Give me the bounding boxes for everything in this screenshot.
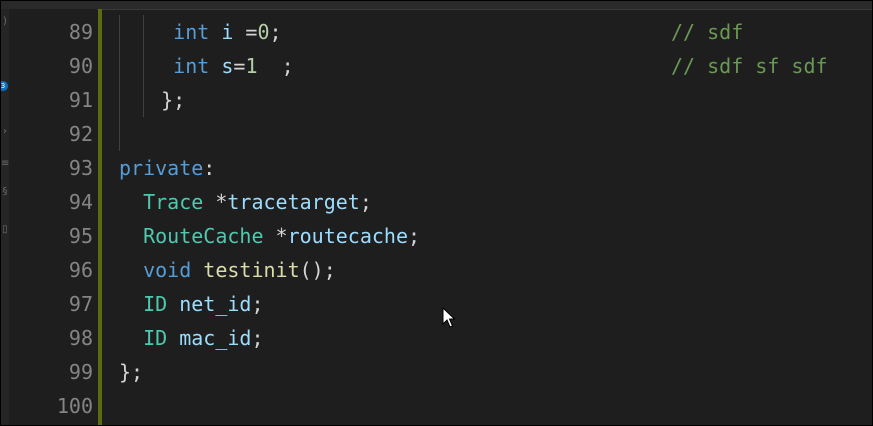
line-number-gutter: 89 90 91 92 93 94 95 96 97 98 99 100 xyxy=(9,9,97,425)
code-comment: // sdf sf sdf xyxy=(671,54,828,78)
code-line[interactable]: RouteCache *routecache; xyxy=(105,219,872,253)
code-comment: // sdf xyxy=(671,20,744,44)
line-number: 90 xyxy=(68,54,93,78)
code-line[interactable]: ID mac_id; xyxy=(105,321,872,355)
code-line[interactable]: private: xyxy=(105,151,872,185)
line-number: 89 xyxy=(68,20,93,44)
indent-guide xyxy=(119,117,120,151)
notification-badge[interactable]: 3 xyxy=(1,81,8,91)
indent-guide xyxy=(119,15,120,49)
line-number: 97 xyxy=(68,292,93,316)
indent-guide xyxy=(119,49,120,83)
code-token: * xyxy=(263,224,288,248)
code-tokens: }; xyxy=(161,83,185,117)
code-token: 0 xyxy=(257,20,270,44)
indent-guide xyxy=(143,83,145,117)
code-token: }; xyxy=(161,88,186,112)
code-token: 1 xyxy=(245,54,258,78)
code-token: : xyxy=(203,156,216,180)
extensions-icon[interactable]: ▯ xyxy=(1,225,9,235)
code-token: i xyxy=(221,20,234,44)
code-token: int xyxy=(173,54,210,78)
code-tokens: RouteCache *routecache; xyxy=(143,219,420,253)
code-line[interactable]: }; xyxy=(105,83,872,117)
line-number: 94 xyxy=(68,190,93,214)
code-line[interactable]: int s=1 ; // sdf sf sdf xyxy=(105,49,872,83)
indent-guide xyxy=(143,15,145,49)
code-tokens: Trace *tracetarget; xyxy=(143,185,372,219)
code-token: private xyxy=(119,156,204,180)
code-token: = xyxy=(233,54,246,78)
code-tokens: ID mac_id; xyxy=(143,321,263,355)
code-tokens: ID net_id; xyxy=(143,287,263,321)
list-icon[interactable]: ≡ xyxy=(1,159,9,169)
line-number: 98 xyxy=(68,326,93,350)
code-token: tracetarget xyxy=(227,190,360,214)
code-token: ; xyxy=(257,54,294,78)
line-number: 95 xyxy=(68,224,93,248)
line-number: 96 xyxy=(68,258,93,282)
code-token: ; xyxy=(408,224,421,248)
code-token: }; xyxy=(119,360,144,384)
line-number: 99 xyxy=(68,360,93,384)
mouse-pointer-icon xyxy=(442,307,456,328)
code-token: void xyxy=(143,258,192,282)
code-token: * xyxy=(203,190,228,214)
code-token: net_id xyxy=(179,292,252,316)
code-tokens: void testinit(); xyxy=(143,253,336,287)
code-token: ; xyxy=(269,20,282,44)
code-line[interactable]: Trace *tracetarget; xyxy=(105,185,872,219)
line-number: 92 xyxy=(68,122,93,146)
code-token: ID xyxy=(143,292,168,316)
line-number: 91 xyxy=(68,88,93,112)
code-token: mac_id xyxy=(179,326,252,350)
code-token: ; xyxy=(251,292,264,316)
code-tokens: int i =0; xyxy=(173,15,281,49)
code-token: testinit xyxy=(203,258,300,282)
code-line[interactable] xyxy=(105,389,872,423)
code-line[interactable]: ID net_id; xyxy=(105,287,872,321)
explorer-icon[interactable]: ) xyxy=(1,17,9,27)
editor-window: ) 3 › ≡ § ▯ 89 90 91 92 93 94 95 96 97 98 99 100 in… xyxy=(0,0,873,426)
indent-guide xyxy=(119,83,120,117)
chevron-right-icon[interactable]: › xyxy=(1,127,9,137)
settings-icon[interactable]: § xyxy=(1,187,9,197)
code-token: ; xyxy=(251,326,264,350)
code-token: int xyxy=(173,20,210,44)
line-number: 93 xyxy=(68,156,93,180)
code-line[interactable]: }; xyxy=(105,355,872,389)
code-tokens: private: xyxy=(119,151,215,185)
code-line[interactable]: int i =0; // sdf xyxy=(105,15,872,49)
code-token: s xyxy=(221,54,234,78)
activity-bar: ) 3 › ≡ § ▯ xyxy=(1,9,9,425)
code-tokens: }; xyxy=(119,355,143,389)
code-token: ; xyxy=(359,190,372,214)
code-token: (); xyxy=(299,258,336,282)
code-line[interactable] xyxy=(105,117,872,151)
line-number: 100 xyxy=(56,394,93,418)
code-token: = xyxy=(233,20,258,44)
code-tokens: int s=1 ; xyxy=(173,49,293,83)
code-token: routecache xyxy=(287,224,409,248)
code-line[interactable]: void testinit(); xyxy=(105,253,872,287)
code-area[interactable]: int i =0;// sdf int s=1 ;// sdf sf sdf}; p… xyxy=(105,9,872,425)
indent-guide xyxy=(143,49,145,83)
code-token: Trace xyxy=(143,190,204,214)
modified-lines-indicator xyxy=(98,9,102,425)
code-token: RouteCache xyxy=(143,224,264,248)
code-token: ID xyxy=(143,326,168,350)
